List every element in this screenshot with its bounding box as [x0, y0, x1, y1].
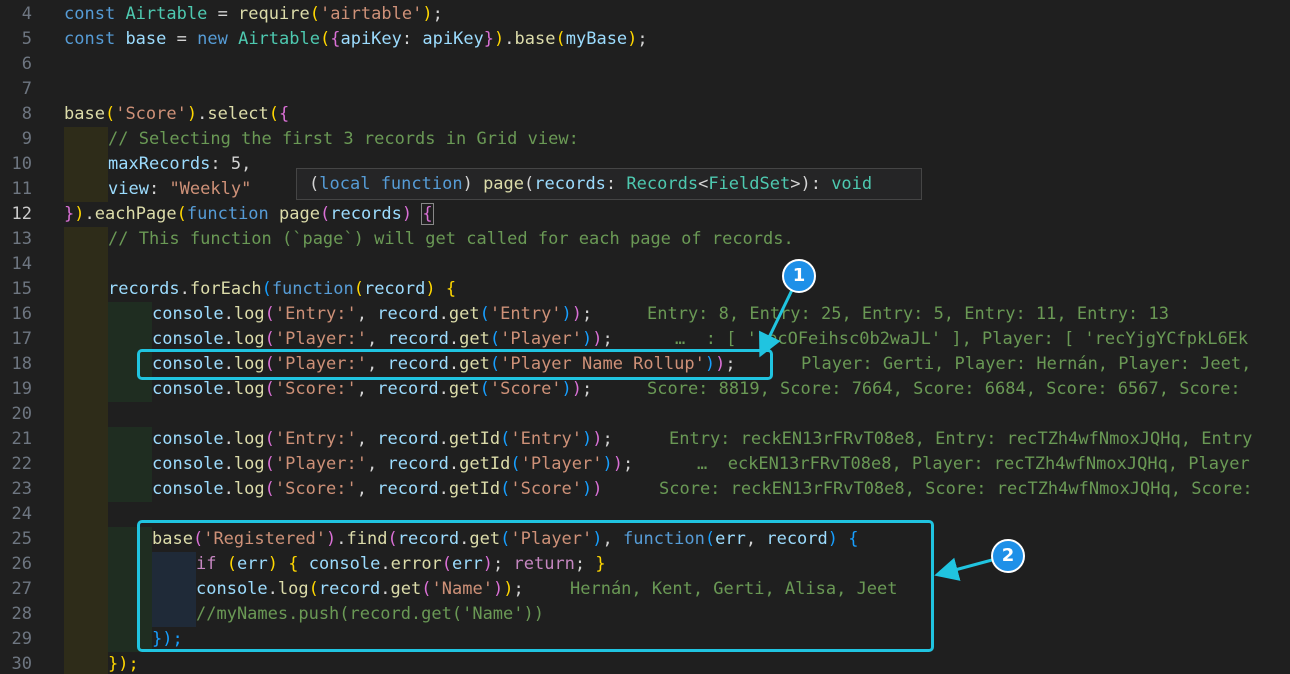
arrow-2 [934, 557, 993, 581]
annotation-badge-1: 1 [782, 259, 816, 293]
annotation-badge-2: 2 [991, 539, 1025, 573]
arrow-1 [759, 289, 794, 358]
annotation-arrows [759, 289, 993, 581]
code-editor[interactable]: 4 const Airtable = require('airtable'); … [0, 0, 1290, 674]
